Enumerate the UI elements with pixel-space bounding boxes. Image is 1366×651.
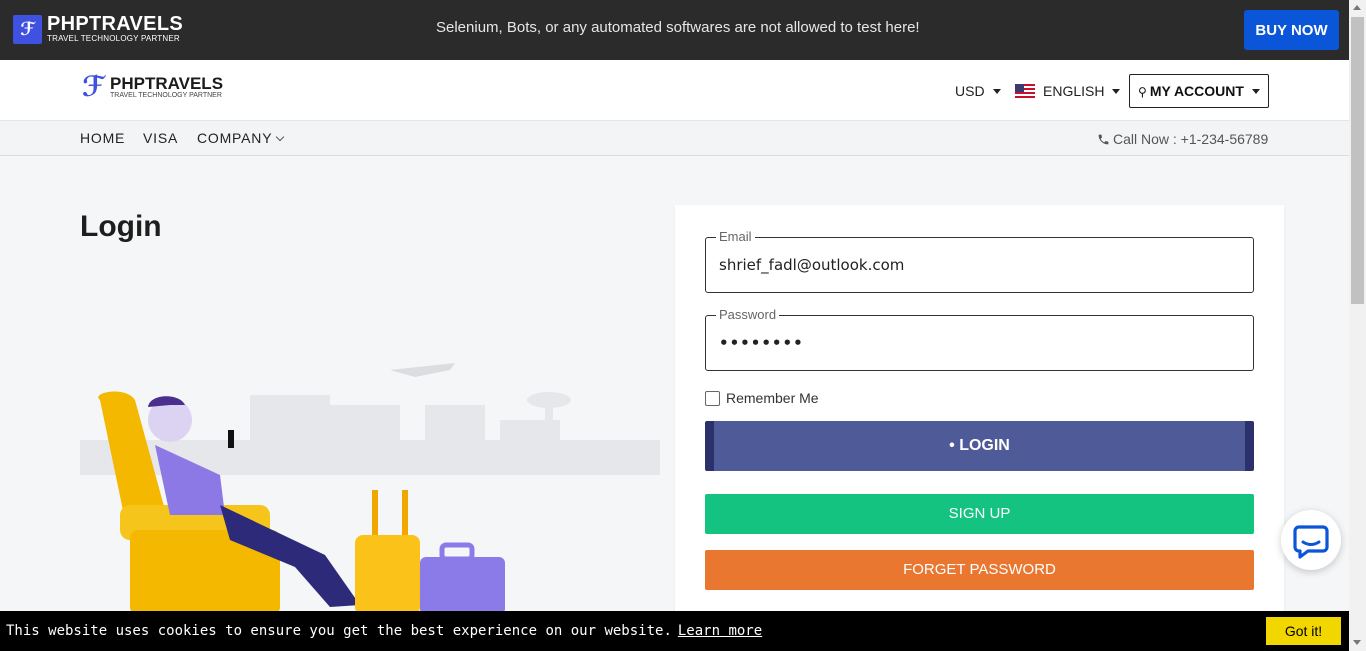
password-label: Password (716, 307, 780, 322)
login-button[interactable]: • LOGIN (705, 421, 1254, 471)
site-header: ℱ PHPTRAVELS TRAVEL TECHNOLOGY PARTNER U… (0, 60, 1349, 121)
call-now[interactable]: Call Now : +1-234-56789 (1097, 131, 1268, 147)
currency-dropdown[interactable]: USD (955, 83, 1001, 99)
site-brand-name[interactable]: PHPTRAVELS (110, 74, 223, 94)
cookie-message-text: This website uses cookies to ensure you … (6, 623, 672, 639)
email-field[interactable]: Email (705, 229, 1254, 293)
email-label: Email (716, 229, 755, 244)
brand-logo-icon[interactable]: ℱ (13, 15, 42, 44)
nav-item-home[interactable]: HOME (80, 130, 125, 146)
banner-brand-tagline: TRAVEL TECHNOLOGY PARTNER (47, 34, 180, 43)
password-field[interactable]: Password (705, 307, 1254, 371)
scroll-up-arrow-icon[interactable] (1353, 5, 1361, 10)
travel-illustration (80, 363, 660, 615)
phone-icon (1098, 134, 1109, 145)
learn-more-link[interactable]: Learn more (678, 623, 762, 639)
signup-button[interactable]: SIGN UP (705, 494, 1254, 534)
cookie-banner: This website uses cookies to ensure you … (0, 611, 1349, 651)
call-now-label: Call Now : +1-234-56789 (1113, 131, 1269, 147)
nav-item-visa[interactable]: VISA (143, 130, 178, 146)
forget-password-button[interactable]: FORGET PASSWORD (705, 550, 1254, 590)
login-card: Email Password Remember Me • LOGIN SIGN … (675, 205, 1284, 625)
chat-widget-button[interactable] (1281, 510, 1341, 570)
language-label: ENGLISH (1043, 83, 1105, 99)
site-logo-icon[interactable]: ℱ (82, 73, 106, 101)
nav-item-company[interactable]: COMPANY (197, 130, 285, 146)
site-brand-tagline: TRAVEL TECHNOLOGY PARTNER (110, 92, 222, 99)
buy-now-button[interactable]: BUY NOW (1244, 10, 1339, 50)
nav-item-company-label: COMPANY (197, 130, 273, 146)
scroll-down-arrow-icon[interactable] (1353, 640, 1361, 645)
remember-me-checkbox[interactable]: Remember Me (705, 390, 819, 406)
page-title: Login (80, 210, 162, 243)
my-account-button[interactable]: ⚲ MY ACCOUNT (1129, 74, 1269, 108)
main-nav: HOME VISA COMPANY Call Now : +1-234-5678… (0, 121, 1349, 156)
page-scrollbar[interactable] (1349, 0, 1366, 651)
remember-me-label: Remember Me (726, 390, 819, 406)
cookie-message: This website uses cookies to ensure you … (6, 623, 762, 639)
checkbox-box[interactable] (705, 391, 720, 406)
user-icon: ⚲ (1138, 85, 1147, 99)
chevron-down-icon (276, 132, 285, 142)
chat-icon (1293, 525, 1329, 559)
top-banner: ℱ PHPTRAVELS TRAVEL TECHNOLOGY PARTNER S… (0, 0, 1349, 60)
email-input[interactable] (719, 256, 1239, 274)
language-dropdown[interactable]: ENGLISH (1015, 83, 1120, 99)
scrollbar-thumb[interactable] (1351, 17, 1364, 304)
currency-label: USD (955, 83, 985, 99)
banner-brand-name: PHPTRAVELS (47, 13, 183, 35)
us-flag-icon (1015, 84, 1035, 98)
password-input[interactable] (719, 334, 1239, 352)
automation-notice: Selenium, Bots, or any automated softwar… (436, 19, 920, 36)
my-account-label: MY ACCOUNT (1149, 83, 1244, 99)
cookie-accept-button[interactable]: Got it! (1266, 617, 1341, 645)
